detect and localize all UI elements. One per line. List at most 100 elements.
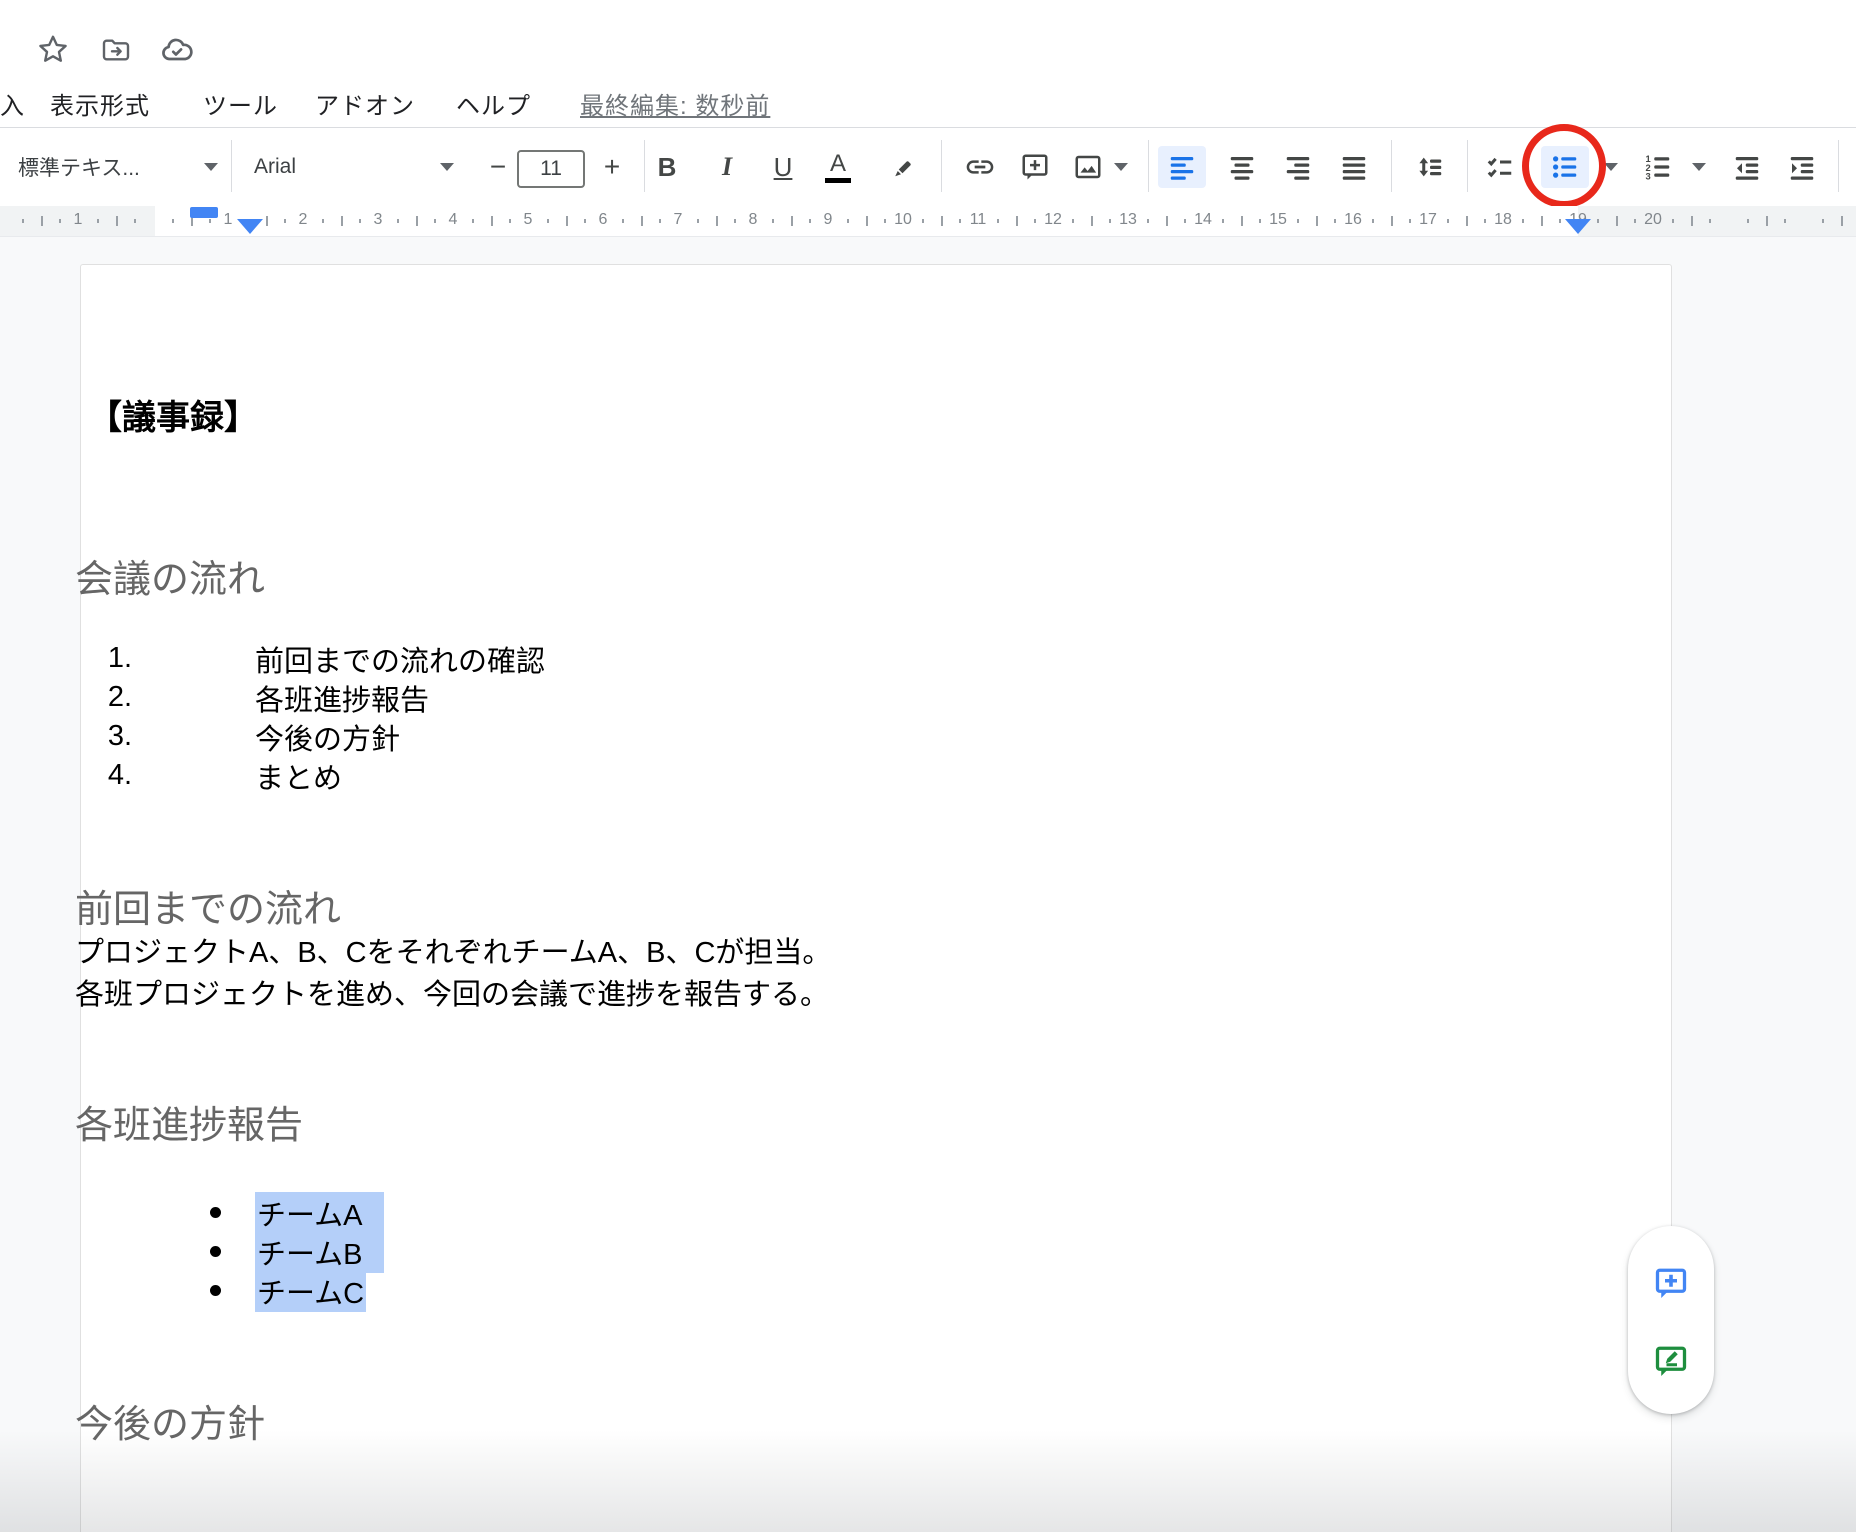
- ruler-tick: [1559, 219, 1561, 223]
- ruler-number: 15: [1258, 211, 1298, 229]
- font-size-increase-button[interactable]: +: [588, 146, 636, 188]
- ruler-tick: [266, 216, 268, 226]
- svg-text:3: 3: [1646, 172, 1651, 182]
- align-center-button[interactable]: [1218, 146, 1266, 188]
- ruler-number: 2: [283, 211, 323, 229]
- ruler-tick: [341, 216, 343, 226]
- decrease-indent-button[interactable]: [1723, 146, 1771, 188]
- text-color-icon: A: [830, 152, 846, 176]
- ruler-tick: [1334, 219, 1336, 223]
- suggest-edit-icon: [1653, 1343, 1689, 1379]
- ruler-tick: [941, 216, 943, 226]
- ruler-tick: [1841, 216, 1843, 226]
- ruler-tick: [697, 219, 699, 223]
- highlight-button[interactable]: [876, 146, 924, 188]
- underline-icon: U: [774, 154, 793, 180]
- list-number: 4.: [80, 759, 132, 792]
- bold-button[interactable]: B: [643, 146, 691, 188]
- paragraph-line: 各班プロジェクトを進め、今回の会議で進捗を報告する。: [75, 974, 829, 1016]
- text-color-button[interactable]: A: [814, 146, 862, 188]
- list-item: 4. まとめ: [80, 756, 880, 795]
- italic-button[interactable]: I: [703, 146, 751, 188]
- font-dropdown[interactable]: Arial: [254, 146, 454, 188]
- left-indent-marker[interactable]: [237, 219, 263, 234]
- last-edit-link[interactable]: 最終編集: 数秒前: [580, 86, 770, 121]
- insert-link-button[interactable]: [956, 146, 1004, 188]
- ruler-tick: [359, 219, 361, 223]
- menu-tools[interactable]: ツール: [203, 86, 278, 121]
- google-docs-window: 入 表示形式 ツール アドオン ヘルプ 最終編集: 数秒前 標準テキス... A…: [0, 0, 1856, 1532]
- ruler-tick: [641, 216, 643, 226]
- toolbar-divider: [1838, 140, 1839, 192]
- star-icon: [35, 32, 71, 68]
- numbered-list-dropdown[interactable]: [1684, 146, 1714, 188]
- add-comment-side-button[interactable]: [1653, 1265, 1689, 1301]
- font-size-decrease-button[interactable]: −: [474, 146, 522, 188]
- ruler-tick: [1709, 219, 1711, 223]
- ruler-tick: [172, 219, 174, 223]
- bullet-icon: [210, 1207, 221, 1218]
- insert-image-dropdown[interactable]: [1106, 146, 1136, 188]
- ruler-tick: [1241, 216, 1243, 226]
- menu-insert-partial[interactable]: 入: [0, 86, 25, 121]
- ruler-tick: [1541, 216, 1543, 226]
- numbered-list-button[interactable]: 1 2 3: [1634, 146, 1682, 188]
- align-center-icon: [1227, 152, 1257, 182]
- numbered-list-icon: 1 2 3: [1643, 152, 1673, 182]
- ruler-tick: [1316, 216, 1318, 226]
- ruler-tick: [1522, 219, 1524, 223]
- ruler-tick: [1466, 216, 1468, 226]
- list-item: 3. 今後の方針: [80, 717, 880, 756]
- star-button[interactable]: [33, 30, 73, 70]
- ruler-tick: [1766, 216, 1768, 226]
- doc-title: 【議事録】: [88, 390, 258, 439]
- ruler-tick: [472, 219, 474, 223]
- align-right-button[interactable]: [1274, 146, 1322, 188]
- line-spacing-button[interactable]: [1406, 146, 1454, 188]
- menu-help[interactable]: ヘルプ: [456, 86, 531, 121]
- toolbar-divider: [1391, 140, 1392, 192]
- font-size-input[interactable]: 11: [517, 150, 585, 188]
- underline-button[interactable]: U: [759, 146, 807, 188]
- increase-indent-button[interactable]: [1778, 146, 1826, 188]
- line-spacing-icon: [1415, 152, 1445, 182]
- paragraph-style-dropdown[interactable]: 標準テキス...: [18, 146, 218, 188]
- add-comment-button[interactable]: [1011, 146, 1059, 188]
- insert-image-button[interactable]: [1064, 146, 1112, 188]
- plus-icon: +: [604, 151, 620, 183]
- text-color-bar: [825, 178, 851, 183]
- menu-addons[interactable]: アドオン: [315, 86, 415, 121]
- right-indent-marker[interactable]: [1565, 219, 1591, 234]
- move-folder-button[interactable]: [96, 30, 136, 70]
- ruler-number: 18: [1483, 211, 1523, 229]
- list-number: 2.: [80, 681, 132, 714]
- ruler-tick: [1091, 216, 1093, 226]
- ruler-tick: [416, 216, 418, 226]
- chevron-down-icon: [204, 163, 218, 171]
- titlebar: [0, 0, 1856, 80]
- checklist-icon: [1485, 152, 1515, 182]
- checklist-button[interactable]: [1476, 146, 1524, 188]
- align-justify-button[interactable]: [1330, 146, 1378, 188]
- ruler-number: 14: [1183, 211, 1223, 229]
- heading-previous-flow: 前回までの流れ: [75, 878, 341, 933]
- minus-icon: −: [490, 151, 506, 183]
- ruler-number: 10: [883, 211, 923, 229]
- ruler-tick: [622, 219, 624, 223]
- ruler-number: 6: [583, 211, 623, 229]
- ruler-tick: [959, 219, 961, 223]
- list-item: チームA: [80, 1193, 680, 1232]
- cloud-status-button[interactable]: [157, 30, 197, 70]
- ruler-tick: [397, 219, 399, 223]
- menu-format[interactable]: 表示形式: [50, 86, 150, 121]
- ruler-tick: [866, 216, 868, 226]
- first-line-indent-marker[interactable]: [190, 207, 218, 218]
- cloud-saved-icon: [159, 32, 195, 68]
- italic-icon: I: [722, 154, 732, 180]
- suggest-edits-button[interactable]: [1653, 1343, 1689, 1379]
- heading-progress-report: 各班進捗報告: [75, 1094, 303, 1149]
- align-left-button[interactable]: [1158, 146, 1206, 188]
- ruler-tick: [1616, 216, 1618, 226]
- ruler-tick: [566, 216, 568, 226]
- ruler-tick: [1822, 219, 1824, 223]
